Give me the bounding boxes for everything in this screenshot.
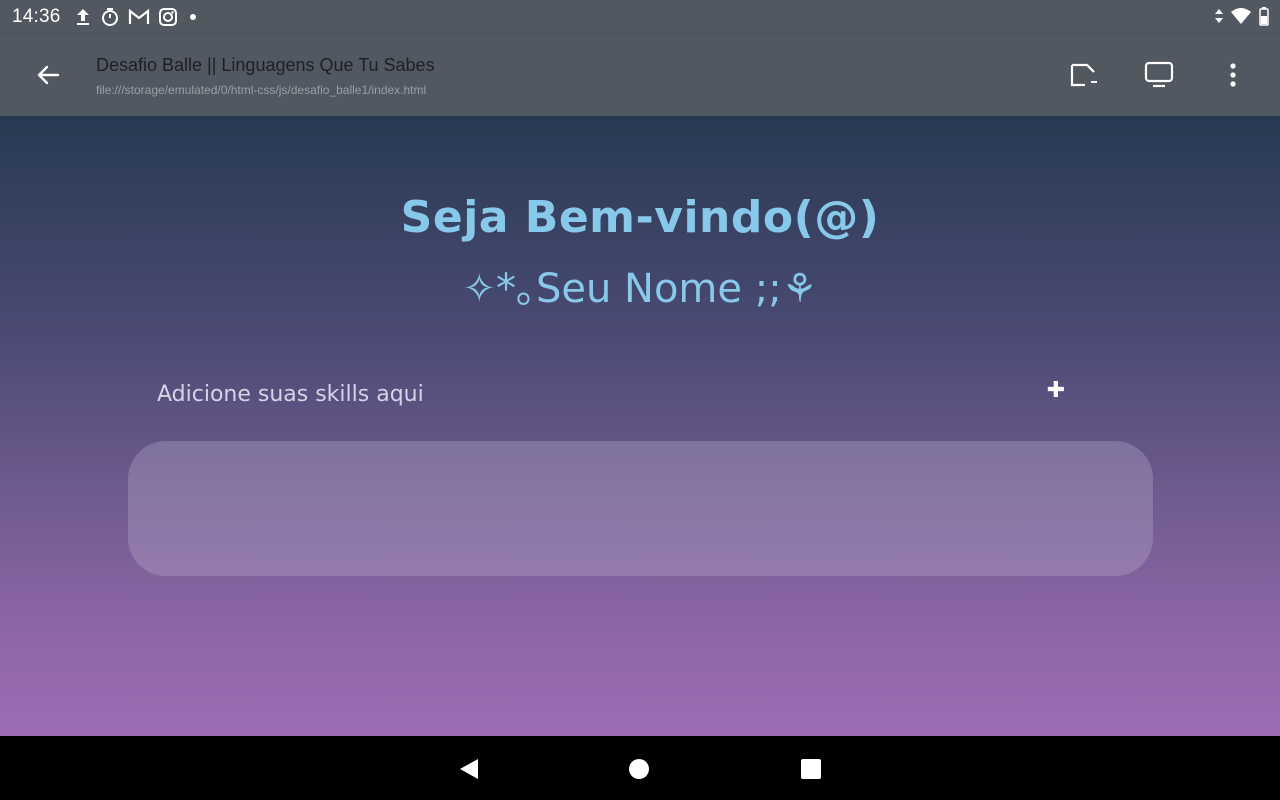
system-icons <box>1214 6 1270 26</box>
instagram-icon <box>159 8 177 26</box>
console-icon[interactable] <box>1069 60 1099 90</box>
back-arrow-icon[interactable] <box>34 61 62 89</box>
nav-back-icon[interactable] <box>456 756 482 782</box>
battery-icon <box>1259 7 1269 26</box>
app-bar: Desafio Balle || Linguagens Que Tu Sabes… <box>0 34 1280 116</box>
more-vert-icon[interactable] <box>1218 60 1248 90</box>
timer-icon <box>102 8 118 26</box>
desktop-mode-icon[interactable] <box>1144 60 1174 90</box>
dot-icon <box>190 14 196 20</box>
status-bar: 14:36 <box>0 0 1280 34</box>
add-skill-button[interactable]: ✚ <box>1044 378 1068 402</box>
upload-icon <box>77 9 89 25</box>
notification-icons <box>74 6 200 28</box>
gmail-icon <box>128 8 150 24</box>
data-arrows-icon <box>1215 9 1223 23</box>
skill-input[interactable] <box>155 376 1009 412</box>
nav-recents-icon[interactable] <box>798 756 824 782</box>
skill-input-container <box>128 441 1153 576</box>
status-time: 14:36 <box>12 6 61 27</box>
page-title: Desafio Balle || Linguagens Que Tu Sabes <box>96 55 435 75</box>
nav-home-icon[interactable] <box>626 756 652 782</box>
welcome-heading: Seja Bem-vindo(@) <box>400 192 880 243</box>
user-name-heading: ✧*｡Seu Nome ;;⚘ <box>462 266 818 312</box>
page-url: file:///storage/emulated/0/html-css/js/d… <box>96 83 427 97</box>
web-content: Seja Bem-vindo(@) ✧*｡Seu Nome ;;⚘ <box>0 116 1280 736</box>
navigation-bar <box>0 736 1280 800</box>
wifi-icon <box>1231 8 1251 24</box>
